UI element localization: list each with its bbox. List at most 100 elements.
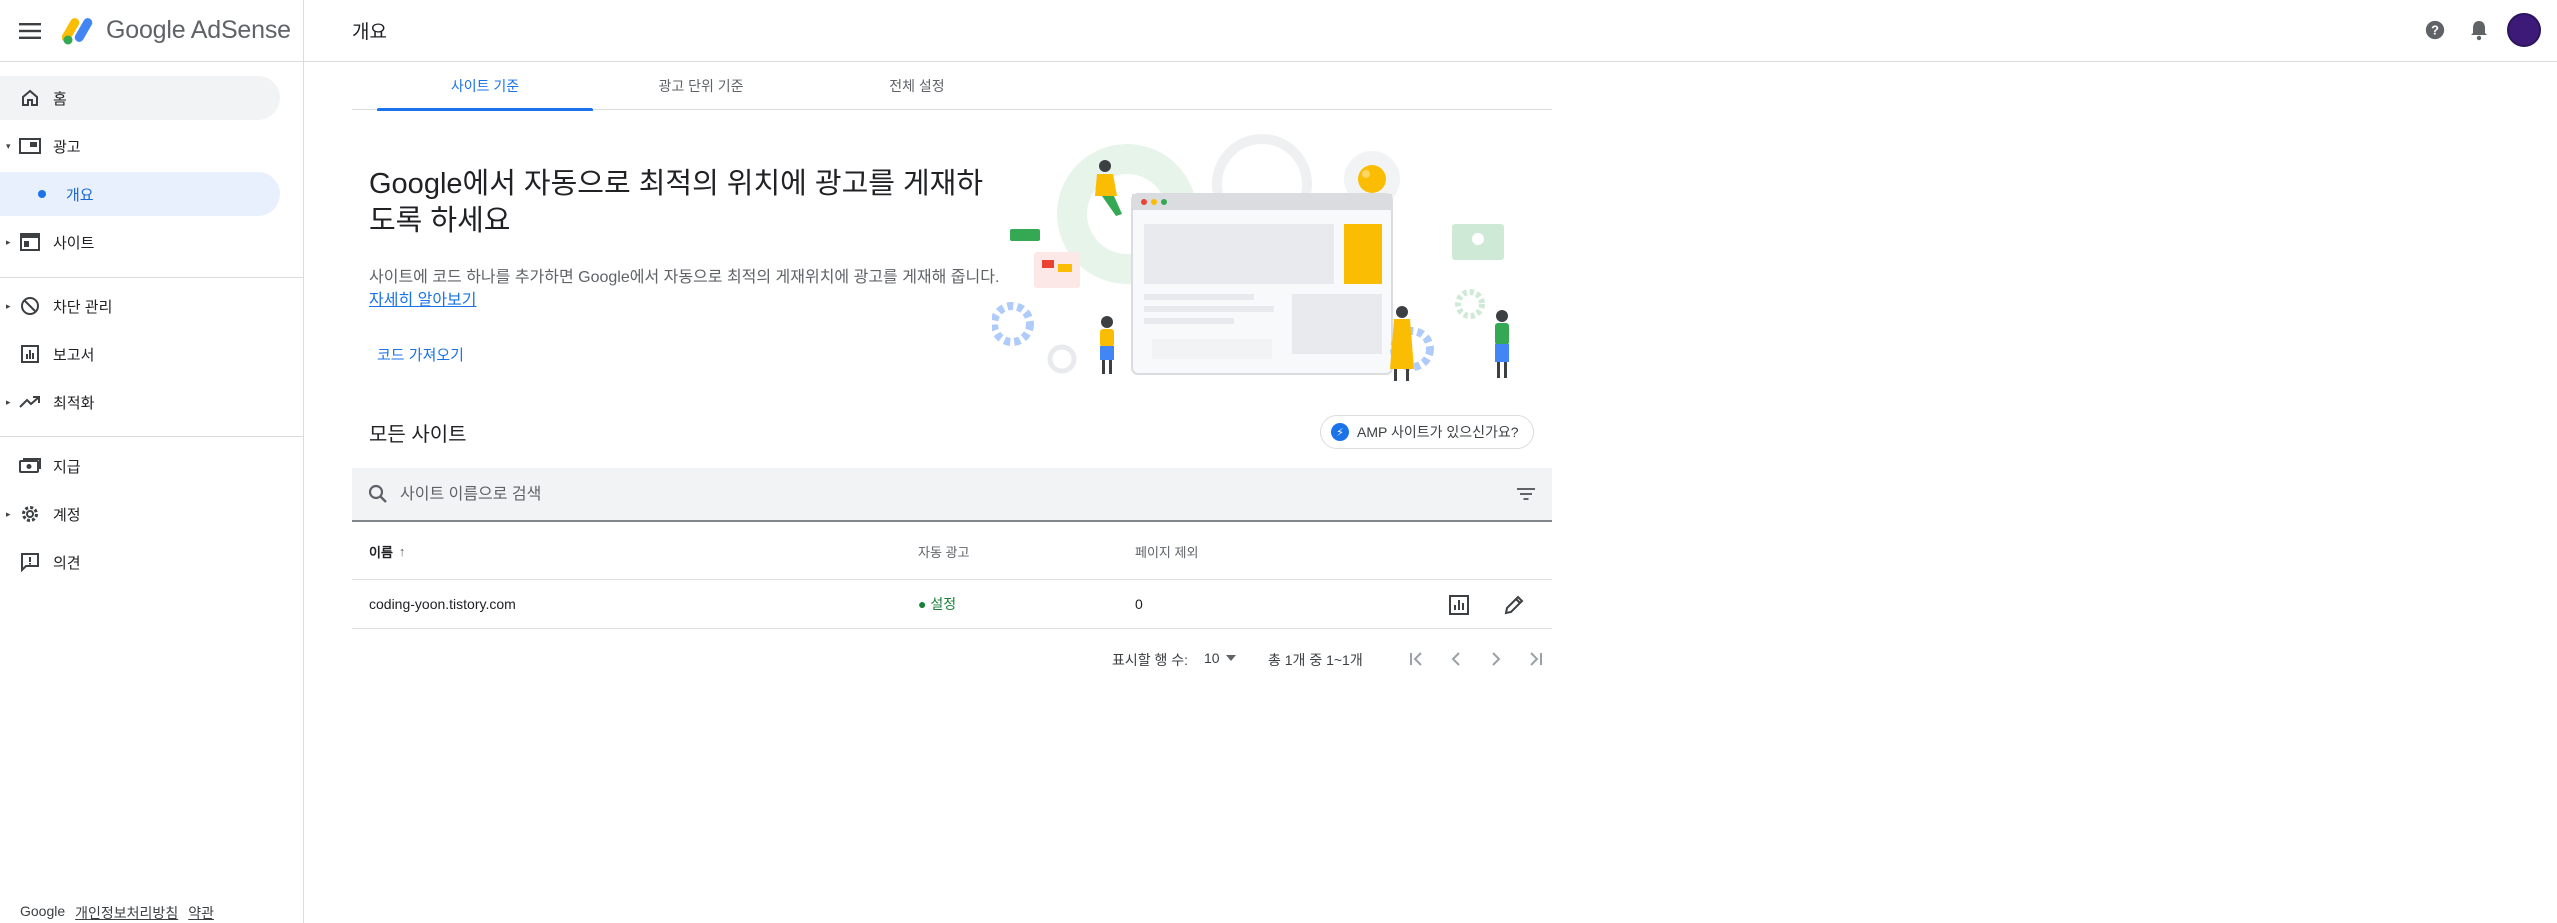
site-name: coding-yoon.tistory.com <box>369 596 516 612</box>
column-header-name[interactable]: 이름 ↑ <box>369 523 405 579</box>
column-header-auto-ads: 자동 광고 <box>918 544 970 560</box>
previous-page-button[interactable] <box>1444 647 1468 671</box>
feedback-icon <box>18 550 42 574</box>
account-avatar[interactable] <box>2507 13 2541 47</box>
filter-icon[interactable] <box>1516 484 1536 504</box>
learn-more-link[interactable]: 자세히 알아보기 <box>369 292 477 309</box>
sidebar-item-payments[interactable]: 지급 <box>0 444 280 488</box>
help-icon: ? <box>2425 20 2445 40</box>
sidebar-divider <box>0 436 304 437</box>
collapsed-caret-icon: ▸ <box>6 236 11 247</box>
hero-description: 사이트에 코드 하나를 추가하면 Google에서 자동으로 최적의 게재위치에… <box>369 266 1009 312</box>
sites-icon <box>18 230 42 254</box>
first-page-icon <box>1410 652 1422 666</box>
trending-up-icon <box>18 390 42 414</box>
home-icon <box>18 86 42 110</box>
site-search-input[interactable] <box>400 480 1450 510</box>
tab-by-ad-unit[interactable]: 광고 단위 기준 <box>593 62 809 110</box>
tab-bar: 사이트 기준 광고 단위 기준 전체 설정 <box>352 62 1552 111</box>
pagination: 표시할 행 수: 10 총 1개 중 1~1개 <box>352 639 1552 679</box>
adsense-logo-icon <box>62 18 93 45</box>
sort-ascending-icon: ↑ <box>398 543 406 559</box>
privacy-policy-link[interactable]: 개인정보처리방침 <box>75 903 178 923</box>
amp-sites-button[interactable]: ⚡ AMP 사이트가 있으신가요? <box>1320 415 1534 449</box>
notifications-button[interactable] <box>2463 14 2495 46</box>
sidebar-item-label: 계정 <box>53 506 81 524</box>
adsense-logo[interactable]: Google AdSense <box>62 15 291 45</box>
hamburger-menu-icon <box>19 23 41 39</box>
sidebar-item-reports[interactable]: 보고서 <box>0 332 280 376</box>
sidebar-divider <box>0 277 304 278</box>
sidebar-item-label: 홈 <box>53 90 67 108</box>
column-header-excluded-pages: 페이지 제외 <box>1135 544 1199 560</box>
last-page-icon <box>1530 652 1542 666</box>
last-page-button[interactable] <box>1524 647 1548 671</box>
sidebar-item-label: 지급 <box>53 458 81 476</box>
view-report-button[interactable] <box>1446 592 1472 618</box>
rows-per-page-label: 표시할 행 수: <box>1112 652 1189 668</box>
sidebar-item-optimization[interactable]: ▸ 최적화 <box>0 380 280 424</box>
report-icon <box>1449 595 1469 615</box>
sidebar-item-overview[interactable]: 개요 <box>0 172 280 216</box>
expanded-caret-icon: ▾ <box>6 140 11 151</box>
all-sites-heading: 모든 사이트 <box>369 424 467 446</box>
sidebar-item-label: 최적화 <box>53 394 95 412</box>
auto-ads-status: ● 설정 <box>918 596 957 612</box>
collapsed-caret-icon: ▸ <box>6 508 11 519</box>
sidebar-item-label: 광고 <box>53 138 81 156</box>
sidebar-item-label: 개요 <box>66 186 94 204</box>
top-app-bar: Google AdSense 개요 ? <box>0 0 2557 62</box>
first-page-button[interactable] <box>1404 647 1428 671</box>
sidebar-item-label: 차단 관리 <box>53 298 113 316</box>
sidebar-item-home[interactable]: 홈 <box>0 76 280 120</box>
terms-link[interactable]: 약관 <box>188 903 214 923</box>
pencil-icon <box>1504 595 1524 615</box>
page-range: 총 1개 중 1~1개 <box>1268 652 1363 668</box>
tab-global-settings[interactable]: 전체 설정 <box>809 62 1025 110</box>
help-button[interactable]: ? <box>2419 14 2451 46</box>
dropdown-arrow-icon <box>1225 655 1236 661</box>
brand-name: Google AdSense <box>106 15 291 44</box>
auto-ads-illustration <box>992 134 1509 381</box>
footer-brand: Google <box>20 903 66 919</box>
hero-title: Google에서 자동으로 최적의 위치에 광고를 게재하도록 하세요 <box>369 168 984 237</box>
tab-by-site[interactable]: 사이트 기준 <box>377 62 593 111</box>
collapsed-caret-icon: ▸ <box>6 300 11 311</box>
amp-lightning-icon: ⚡ <box>1331 423 1349 441</box>
main-menu-button[interactable] <box>16 17 44 45</box>
bell-icon <box>2471 21 2487 41</box>
next-page-button[interactable] <box>1484 647 1508 671</box>
amp-button-label: AMP 사이트가 있으신가요? <box>1357 424 1519 440</box>
rows-per-page-value: 10 <box>1204 650 1220 666</box>
sidebar-item-blocking-controls[interactable]: ▸ 차단 관리 <box>0 284 280 328</box>
column-header-label: 이름 <box>369 544 393 560</box>
payments-icon <box>18 454 42 478</box>
gear-icon <box>18 502 42 526</box>
chevron-left-icon <box>1451 652 1460 666</box>
sidebar-item-label: 사이트 <box>53 234 95 252</box>
table-row: coding-yoon.tistory.com ● 설정 0 <box>352 579 1552 629</box>
search-icon <box>368 484 387 503</box>
sidebar-item-account[interactable]: ▸ 계정 <box>0 492 280 536</box>
svg-text:?: ? <box>2431 23 2439 38</box>
header-divider <box>303 0 304 62</box>
block-icon <box>18 294 42 318</box>
excluded-pages-count: 0 <box>1135 596 1143 612</box>
sidebar-item-sites[interactable]: ▸ 사이트 <box>0 220 280 264</box>
page-title: 개요 <box>352 22 387 43</box>
sidebar-nav: 홈 ▾ 광고 개요 ▸ 사이트 ▸ 차단 관리 보고서 ▸ 최적화 지급 ▸ 계… <box>0 62 304 923</box>
sidebar-item-label: 의견 <box>53 554 81 572</box>
sidebar-item-feedback[interactable]: 의견 <box>0 540 280 584</box>
active-dot-icon <box>38 190 46 198</box>
collapsed-caret-icon: ▸ <box>6 396 11 407</box>
rows-per-page-select[interactable]: 10 <box>1204 650 1236 666</box>
sidebar-item-label: 보고서 <box>53 346 95 364</box>
site-search-bar <box>352 468 1552 522</box>
edit-site-button[interactable] <box>1501 592 1527 618</box>
chevron-right-icon <box>1492 652 1501 666</box>
ads-icon <box>18 134 42 158</box>
sidebar-item-ads[interactable]: ▾ 광고 <box>0 124 280 168</box>
bar-chart-icon <box>18 342 42 366</box>
hero-description-text: 사이트에 코드 하나를 추가하면 Google에서 자동으로 최적의 게재위치에… <box>369 269 1000 286</box>
get-code-button[interactable]: 코드 가져오기 <box>377 344 464 365</box>
